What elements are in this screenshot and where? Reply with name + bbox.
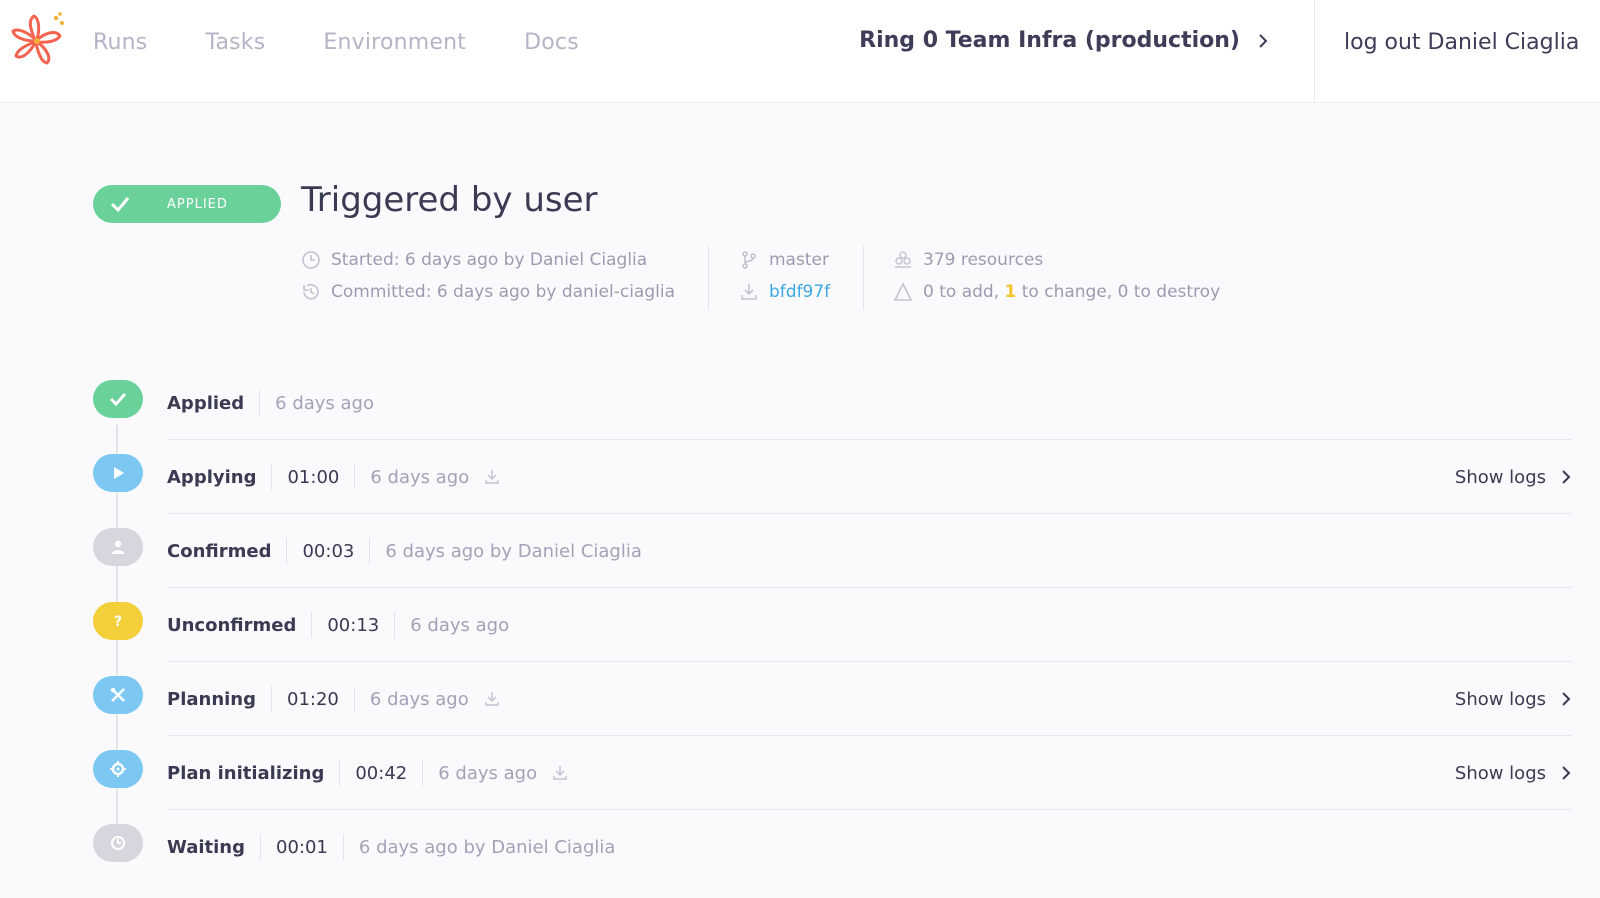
step-time: 6 days ago	[370, 466, 470, 488]
status-badge: APPLIED	[93, 185, 281, 223]
user-icon	[93, 528, 143, 566]
step-duration: 00:42	[355, 762, 408, 784]
top-bar: Runs Tasks Environment Docs Ring 0 Team …	[0, 0, 1600, 103]
show-logs-label: Show logs	[1454, 688, 1546, 710]
timeline-step: Plan initializing 00:42 6 days ago Show …	[0, 736, 1600, 810]
download-icon[interactable]	[483, 468, 501, 486]
meta-source: master bfdf97f	[739, 244, 830, 308]
divider	[353, 686, 355, 712]
timeline-step: ? Unconfirmed 00:13 6 days ago	[0, 588, 1600, 662]
divider	[422, 760, 424, 786]
divider	[339, 760, 341, 786]
divider	[260, 834, 262, 860]
nav-runs[interactable]: Runs	[93, 30, 147, 55]
branch-name: master	[769, 250, 829, 270]
download-icon[interactable]	[483, 690, 501, 708]
step-duration: 00:01	[276, 836, 328, 858]
check-icon	[93, 380, 143, 418]
nav-docs[interactable]: Docs	[524, 30, 579, 55]
divider	[286, 538, 288, 564]
history-icon	[303, 283, 319, 300]
step-name: Planning	[167, 688, 257, 710]
question-icon: ?	[93, 602, 143, 640]
chevron-right-icon	[1259, 33, 1268, 48]
show-logs-button[interactable]: Show logs	[1455, 763, 1572, 784]
step-duration: 01:20	[287, 688, 339, 710]
divider	[342, 834, 344, 860]
main-nav: Runs Tasks Environment Docs	[93, 30, 637, 55]
divider	[271, 464, 273, 490]
workspace-selector[interactable]: Ring 0 Team Infra (production)	[859, 28, 1270, 53]
divider	[369, 538, 371, 564]
check-icon	[110, 197, 130, 213]
step-time: 6 days ago	[275, 392, 374, 414]
changes-summary: 0 to add, 1 to change, 0 to destroy	[923, 282, 1221, 302]
divider	[311, 612, 313, 638]
step-name: Unconfirmed	[167, 614, 297, 636]
step-duration: 00:13	[327, 614, 380, 636]
step-name: Waiting	[167, 836, 246, 858]
divider	[394, 612, 396, 638]
resources-count: 379 resources	[923, 250, 1044, 270]
step-duration: 01:00	[287, 466, 340, 488]
download-icon	[741, 284, 757, 300]
divider	[863, 246, 864, 310]
workspace-name: Ring 0 Team Infra (production)	[859, 28, 1240, 53]
commit-link[interactable]: bfdf97f	[769, 276, 830, 308]
timeline-step: Planning 01:20 6 days ago Show logs	[0, 662, 1600, 736]
clock-icon	[302, 251, 320, 269]
divider	[354, 464, 356, 490]
step-time: 6 days ago	[438, 762, 538, 784]
committed-text: Committed: 6 days ago by daniel-ciaglia	[331, 282, 676, 302]
step-duration: 00:03	[302, 540, 355, 562]
nav-environment[interactable]: Environment	[323, 30, 466, 55]
svg-text:?: ?	[114, 614, 122, 630]
clock-icon	[93, 824, 143, 862]
step-time: 6 days ago	[410, 614, 510, 636]
play-icon	[93, 454, 143, 492]
meta-timestamps: Started: 6 days ago by Daniel Ciaglia Co…	[301, 244, 675, 308]
status-badge-label: APPLIED	[167, 196, 228, 212]
logout-link[interactable]: log out Daniel Ciaglia	[1344, 30, 1579, 55]
nav-tasks[interactable]: Tasks	[205, 30, 265, 55]
gear-icon	[93, 750, 143, 788]
change-count: 1	[1004, 282, 1017, 302]
chevron-right-icon	[1562, 692, 1571, 706]
show-logs-label: Show logs	[1454, 466, 1546, 488]
timeline-step: Applied 6 days ago	[0, 366, 1600, 440]
show-logs-button[interactable]: Show logs	[1455, 467, 1572, 488]
divider	[271, 686, 273, 712]
timeline-step: Waiting 00:01 6 days ago by Daniel Ciagl…	[0, 810, 1600, 884]
branch-icon	[742, 251, 756, 269]
tools-icon	[93, 676, 143, 714]
step-time: 6 days ago	[369, 688, 469, 710]
divider	[1314, 0, 1315, 103]
step-name: Applied	[167, 392, 245, 414]
logo-icon[interactable]	[6, 10, 68, 72]
meta-resources: 379 resources 0 to add, 1 to change, 0 t…	[893, 244, 1220, 308]
timeline-step: Confirmed 00:03 6 days ago by Daniel Cia…	[0, 514, 1600, 588]
divider	[259, 390, 261, 416]
delta-icon	[893, 282, 913, 301]
started-text: Started: 6 days ago by Daniel Ciaglia	[331, 250, 648, 270]
chevron-right-icon	[1562, 766, 1571, 780]
step-time: 6 days ago by Daniel Ciaglia	[385, 540, 642, 562]
step-name: Confirmed	[167, 540, 272, 562]
timeline-step: Applying 01:00 6 days ago Show logs	[0, 440, 1600, 514]
download-icon[interactable]	[551, 764, 569, 782]
show-logs-label: Show logs	[1454, 762, 1546, 784]
show-logs-button[interactable]: Show logs	[1455, 689, 1572, 710]
step-name: Plan initializing	[167, 762, 325, 784]
stack-icon	[895, 251, 911, 268]
divider	[708, 246, 709, 310]
step-name: Applying	[167, 466, 257, 488]
step-time: 6 days ago by Daniel Ciaglia	[358, 836, 616, 858]
page-title: Triggered by user	[301, 180, 598, 220]
chevron-right-icon	[1562, 470, 1571, 484]
